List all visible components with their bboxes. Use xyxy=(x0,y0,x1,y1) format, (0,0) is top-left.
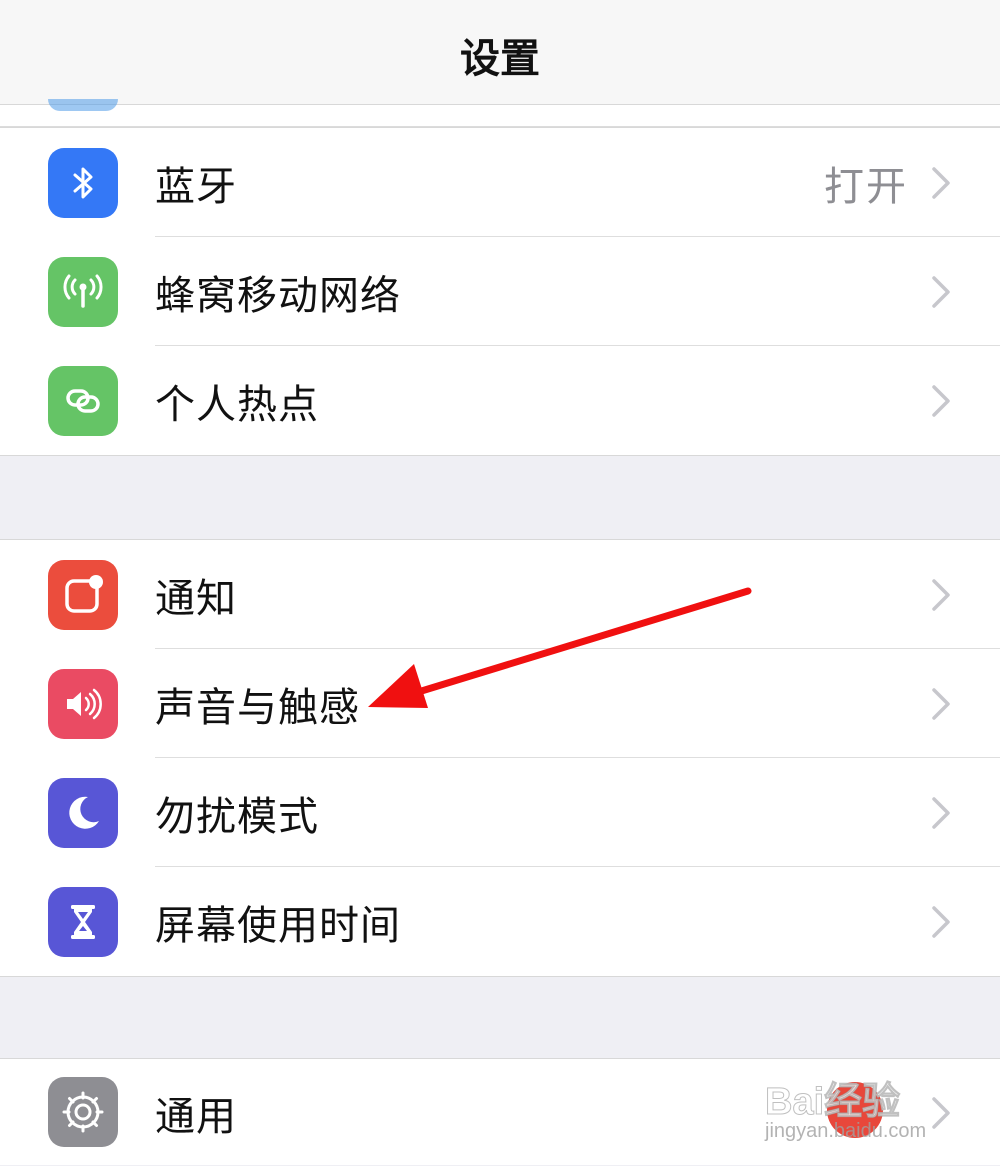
settings-row-label: 个人热点 xyxy=(155,381,319,428)
moon-icon xyxy=(48,778,118,848)
settings-group-connectivity: 蓝牙 打开 蜂窝移动网络 个人热点 xyxy=(0,127,1000,456)
notifications-icon xyxy=(48,560,118,630)
settings-row-label: 勿扰模式 xyxy=(155,793,319,840)
settings-row-label: 声音与触感 xyxy=(155,684,360,731)
watermark-text: Bai经验 xyxy=(764,1081,901,1124)
settings-group-notifications: 通知 声音与触感 勿扰模式 屏幕使用时间 xyxy=(0,539,1000,977)
page-title: 设置 xyxy=(460,36,540,82)
settings-row-label: 通用 xyxy=(155,1093,237,1140)
chevron-right-icon xyxy=(932,905,950,938)
settings-row-screen-time[interactable]: 屏幕使用时间 xyxy=(0,867,1000,976)
chevron-right-icon xyxy=(932,166,950,199)
bluetooth-icon xyxy=(48,148,118,218)
settings-row-sounds-haptics[interactable]: 声音与触感 xyxy=(0,649,1000,758)
settings-row-cellular[interactable]: 蜂窝移动网络 xyxy=(0,237,1000,346)
hotspot-link-icon xyxy=(48,366,118,436)
cellular-antenna-icon xyxy=(48,257,118,327)
navigation-bar: 设置 xyxy=(0,0,1000,105)
settings-row-label: 蜂窝移动网络 xyxy=(155,272,401,319)
hourglass-icon xyxy=(48,887,118,957)
watermark: Bai经验 jingyan.baidu.com xyxy=(764,1060,985,1150)
gear-icon xyxy=(48,1077,118,1147)
settings-row-do-not-disturb[interactable]: 勿扰模式 xyxy=(0,758,1000,867)
settings-row-label: 屏幕使用时间 xyxy=(155,902,401,949)
watermark-subtext: jingyan.baidu.com xyxy=(765,1120,927,1142)
settings-row-notifications[interactable]: 通知 xyxy=(0,540,1000,649)
settings-row-label: 通知 xyxy=(155,575,237,622)
chevron-right-icon xyxy=(932,578,950,611)
scrolled-row-edge xyxy=(0,99,1000,127)
chevron-right-icon xyxy=(932,275,950,308)
bluetooth-status-value: 打开 xyxy=(824,163,908,210)
chevron-right-icon xyxy=(932,384,950,417)
speaker-icon xyxy=(48,669,118,739)
partial-icon xyxy=(48,99,118,111)
settings-row-hotspot[interactable]: 个人热点 xyxy=(0,346,1000,455)
chevron-right-icon xyxy=(932,796,950,829)
settings-row-bluetooth[interactable]: 蓝牙 打开 xyxy=(0,128,1000,237)
settings-row-label: 蓝牙 xyxy=(155,163,237,210)
chevron-right-icon xyxy=(932,687,950,720)
